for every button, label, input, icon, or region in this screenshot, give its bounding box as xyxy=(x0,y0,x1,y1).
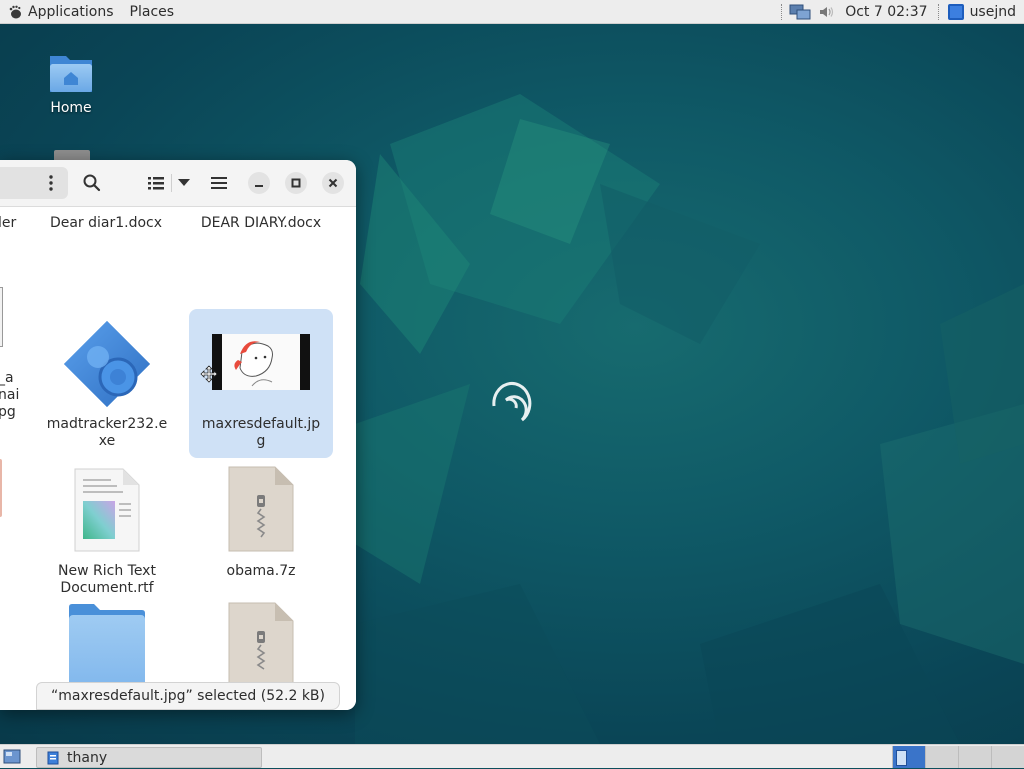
close-button[interactable] xyxy=(322,172,344,194)
maximize-button[interactable] xyxy=(285,172,307,194)
places-menu[interactable]: Places xyxy=(122,0,183,24)
taskbar-window-label: thany xyxy=(67,749,108,766)
path-menu-button[interactable] xyxy=(36,167,66,199)
main-menu-button[interactable] xyxy=(204,167,234,199)
file-item[interactable]: madtracker232.e xe xyxy=(36,309,178,458)
path-bar[interactable] xyxy=(0,167,68,199)
workspace-3[interactable] xyxy=(958,746,992,768)
top-panel: Applications Places Oct 7 02:37 usejnd xyxy=(0,0,1024,24)
file-item-label: madtracker232.e xe xyxy=(46,416,168,449)
user-name: usejnd xyxy=(969,4,1016,20)
partial-file-icon xyxy=(0,459,2,517)
file-item-selected[interactable]: maxresdefault.jp g xyxy=(189,309,333,458)
workspace-4[interactable] xyxy=(991,746,1024,768)
rtf-document-icon xyxy=(74,468,140,552)
list-view-icon xyxy=(148,177,164,190)
file-grid: ler _a nai pg Dear diar1.docx DEAR DIARY… xyxy=(0,207,356,710)
desktop-icon-label: Home xyxy=(50,100,92,116)
file-item[interactable]: New Rich Text Document.rtf xyxy=(36,465,178,596)
header-bar xyxy=(0,160,356,207)
hamburger-menu-icon xyxy=(211,177,227,189)
partial-file-label: nai xyxy=(0,387,20,403)
bottom-panel: thany xyxy=(0,744,1024,768)
file-manager-window: ler _a nai pg Dear diar1.docx DEAR DIARY… xyxy=(0,160,356,710)
partial-file-icon xyxy=(0,287,3,347)
executable-icon xyxy=(64,321,150,407)
partial-file-label: pg xyxy=(0,404,16,420)
panel-separator xyxy=(937,4,940,20)
file-item-label: maxresdefault.jp g xyxy=(201,416,321,449)
view-options-button[interactable] xyxy=(172,167,196,199)
workspace-1[interactable] xyxy=(892,746,926,768)
chevron-down-icon xyxy=(178,179,190,186)
applications-menu[interactable]: Applications xyxy=(0,0,122,24)
show-desktop-button[interactable] xyxy=(3,748,21,765)
file-manager-icon xyxy=(47,751,59,764)
file-item-label: New Rich Text Document.rtf xyxy=(58,563,156,596)
partial-file-label: ler xyxy=(0,215,17,231)
list-view-button[interactable] xyxy=(142,167,170,199)
status-bar: “maxresdefault.jpg” selected (52.2 kB) xyxy=(36,682,340,710)
panel-separator xyxy=(781,4,783,20)
folder-icon xyxy=(69,604,145,693)
clock[interactable]: Oct 7 02:37 xyxy=(839,4,933,20)
home-folder-icon xyxy=(50,56,92,92)
minimize-icon xyxy=(255,185,263,187)
network-icon[interactable] xyxy=(789,3,811,21)
gnome-foot-icon xyxy=(9,5,21,18)
file-item-label: obama.7z xyxy=(226,563,296,579)
minimize-button[interactable] xyxy=(248,172,270,194)
kebab-menu-icon xyxy=(49,175,53,191)
file-item[interactable]: obama.7z xyxy=(189,465,333,585)
image-thumbnail xyxy=(212,334,310,390)
close-icon xyxy=(328,178,338,188)
user-status-icon xyxy=(947,4,964,20)
file-item-label[interactable]: DEAR DIARY.docx xyxy=(186,215,336,232)
debian-swirl-logo xyxy=(492,381,532,422)
desktop-icon-home[interactable]: Home xyxy=(26,50,116,116)
archive-icon xyxy=(228,466,294,552)
volume-icon[interactable] xyxy=(815,3,837,21)
file-item-label[interactable]: Dear diar1.docx xyxy=(36,215,176,232)
show-desktop-icon xyxy=(3,749,21,764)
workspace-2[interactable] xyxy=(925,746,959,768)
places-label: Places xyxy=(129,3,175,20)
move-cursor-icon xyxy=(200,365,218,383)
user-menu[interactable]: usejnd xyxy=(944,4,1024,20)
maximize-icon xyxy=(291,178,301,188)
search-button[interactable] xyxy=(76,167,108,199)
applications-label: Applications xyxy=(28,3,114,20)
archive-icon xyxy=(228,602,294,690)
partial-file-label: _a xyxy=(0,370,14,386)
taskbar-window-button[interactable]: thany xyxy=(36,747,262,768)
search-icon xyxy=(83,174,101,192)
